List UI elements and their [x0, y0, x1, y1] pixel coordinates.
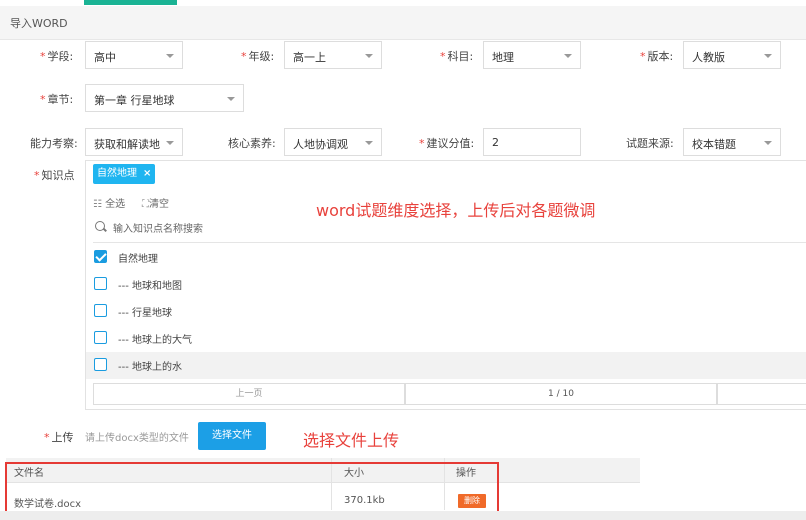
dialog-title-bar: 导入WORD: [0, 6, 806, 40]
chapter-select[interactable]: 第一章 行星地球: [85, 84, 244, 112]
active-tab-indicator[interactable]: [84, 0, 177, 5]
chevron-down-icon: [166, 141, 174, 145]
annotation-dimension: word试题维度选择，上传后对各题微调: [316, 201, 596, 220]
highlight-box: [5, 462, 499, 516]
prev-page-button[interactable]: 上一页: [93, 383, 405, 405]
chevron-down-icon: [764, 54, 772, 58]
core-literacy-label: 核心素养:: [228, 137, 276, 150]
score-label: * 建议分值:: [419, 137, 475, 150]
bottom-scrollbar[interactable]: [0, 511, 806, 520]
core-literacy-select[interactable]: 人地协调观: [284, 128, 382, 156]
checkbox[interactable]: [94, 331, 107, 344]
ability-label: 能力考察:: [30, 137, 78, 150]
list-item[interactable]: --- 行星地球: [86, 298, 806, 325]
page-indicator: 1 / 10: [405, 383, 717, 405]
close-icon[interactable]: ×: [143, 168, 151, 179]
score-input[interactable]: 2: [483, 128, 581, 156]
clear-button[interactable]: ⛶清空: [142, 195, 169, 210]
source-select[interactable]: 校本错题: [683, 128, 781, 156]
selected-knowledge-tag[interactable]: 自然地理 ×: [93, 164, 156, 184]
chevron-down-icon: [365, 141, 373, 145]
ability-select[interactable]: 获取和解读地: [85, 128, 183, 156]
chevron-down-icon: [227, 97, 235, 101]
list-item[interactable]: --- 地球上的水: [86, 352, 806, 379]
clear-icon: ⛶: [142, 199, 149, 210]
chevron-down-icon: [764, 141, 772, 145]
checkbox-checked[interactable]: [94, 250, 107, 263]
pagination: 上一页 1 / 10: [93, 383, 806, 405]
list-check-icon: ☷: [93, 199, 102, 210]
checkbox[interactable]: [94, 358, 107, 371]
source-label: 试题来源:: [626, 137, 674, 150]
knowledge-search-input[interactable]: 输入知识点名称搜索: [113, 220, 203, 235]
search-icon: [95, 221, 105, 231]
upload-hint: 请上传docx类型的文件: [85, 433, 189, 444]
dialog-title: 导入WORD: [10, 17, 68, 30]
edition-label: * 版本:: [640, 50, 674, 63]
edition-select[interactable]: 人教版: [683, 41, 781, 69]
school-level-label: * 学段:: [40, 50, 74, 63]
chapter-label: * 章节:: [40, 93, 74, 106]
select-all-button[interactable]: ☷ 全选: [93, 195, 125, 210]
chevron-down-icon: [166, 54, 174, 58]
knowledge-label: * 知识点: [34, 169, 75, 182]
knowledge-search[interactable]: 输入知识点名称搜索: [93, 220, 806, 243]
choose-file-button[interactable]: 选择文件: [198, 422, 266, 450]
list-item[interactable]: --- 地球上的大气: [86, 325, 806, 352]
checkbox[interactable]: [94, 277, 107, 290]
chevron-down-icon: [365, 54, 373, 58]
checkbox[interactable]: [94, 304, 107, 317]
upload-label: * 上传: [44, 431, 74, 444]
list-item[interactable]: --- 地球和地图: [86, 271, 806, 298]
subject-select[interactable]: 地理: [483, 41, 581, 69]
school-level-select[interactable]: 高中: [85, 41, 183, 69]
subject-label: * 科目:: [440, 50, 474, 63]
grade-label: * 年级:: [241, 50, 275, 63]
annotation-upload: 选择文件上传: [303, 431, 400, 450]
list-item[interactable]: 自然地理: [86, 244, 806, 271]
next-page-button[interactable]: [717, 383, 806, 405]
grade-select[interactable]: 高一上: [284, 41, 382, 69]
chevron-down-icon: [564, 54, 572, 58]
